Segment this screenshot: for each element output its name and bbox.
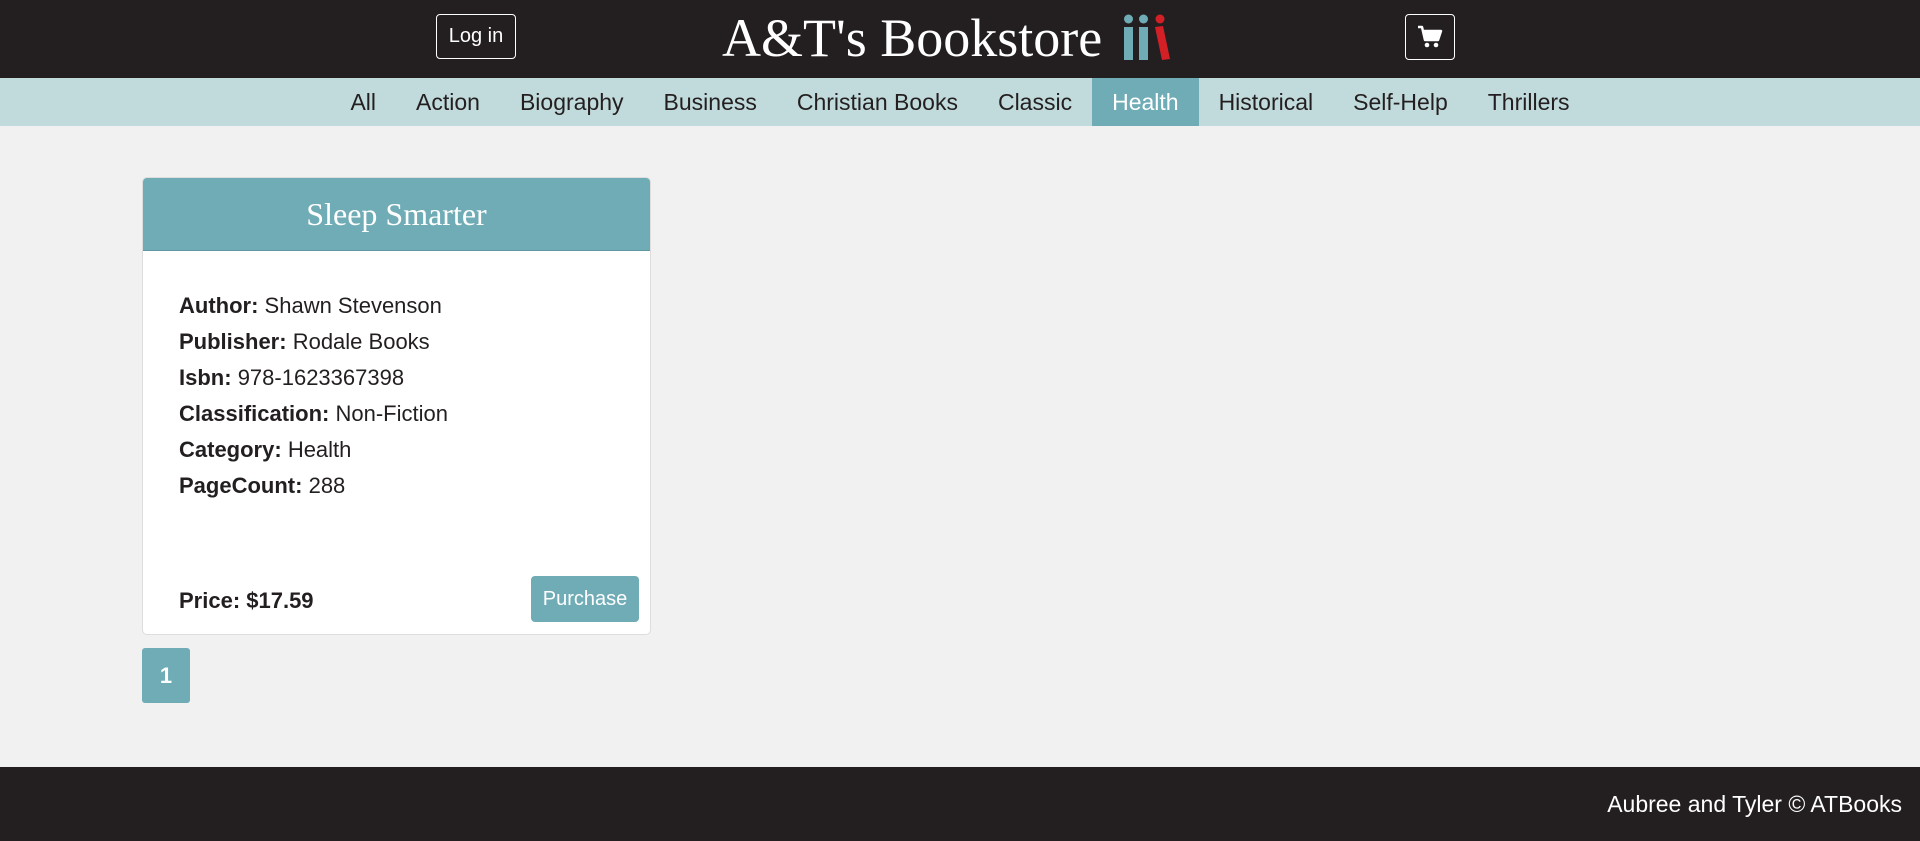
book-title: Sleep Smarter	[143, 178, 650, 251]
category-tab-business[interactable]: Business	[644, 78, 777, 126]
book-detail-row: Category: Health	[179, 432, 448, 468]
book-detail-label: PageCount:	[179, 473, 303, 498]
book-detail-value: 288	[308, 473, 346, 498]
pagination-page-1[interactable]: 1	[142, 648, 190, 703]
footer: Aubree and Tyler © ATBooks	[0, 767, 1920, 841]
book-detail-row: Classification: Non-Fiction	[179, 396, 448, 432]
category-tab-classic[interactable]: Classic	[978, 78, 1092, 126]
book-detail-label: Category:	[179, 437, 282, 462]
book-detail-label: Author:	[179, 293, 259, 318]
store-title: A&T's Bookstore	[722, 8, 1103, 68]
shopping-cart-icon	[1418, 25, 1443, 48]
book-detail-row: Publisher: Rodale Books	[179, 324, 448, 360]
book-detail-row: PageCount: 288	[179, 468, 448, 504]
book-detail-value: Rodale Books	[292, 329, 430, 354]
category-tab-health[interactable]: Health	[1092, 78, 1199, 126]
book-detail-value: Non-Fiction	[335, 401, 448, 426]
purchase-button[interactable]: Purchase	[531, 576, 639, 622]
book-detail-value: 978-1623367398	[237, 365, 405, 390]
category-tab-all[interactable]: All	[330, 78, 396, 126]
books-logo-icon	[1124, 14, 1170, 60]
book-card: Sleep Smarter Author: Shawn Stevenson Pub…	[142, 177, 651, 635]
book-price: Price: $17.59	[179, 588, 314, 613]
book-detail-row: Isbn: 978-1623367398	[179, 360, 448, 396]
category-tab-christian-books[interactable]: Christian Books	[777, 78, 978, 126]
book-detail-value: Health	[287, 437, 352, 462]
login-button[interactable]: Log in	[436, 14, 516, 59]
category-tab-self-help[interactable]: Self-Help	[1333, 78, 1468, 126]
category-tab-biography[interactable]: Biography	[500, 78, 644, 126]
category-tab-action[interactable]: Action	[396, 78, 500, 126]
top-bar: Log in A&T's Bookstore	[0, 0, 1920, 78]
book-detail-label: Classification:	[179, 401, 330, 426]
category-nav: All Action Biography Business Christian Book…	[0, 78, 1920, 126]
footer-copyright: Aubree and Tyler © ATBooks	[1607, 791, 1902, 817]
cart-button[interactable]	[1405, 14, 1455, 60]
book-detail-label: Isbn:	[179, 365, 232, 390]
category-tab-historical[interactable]: Historical	[1199, 78, 1334, 126]
book-detail-row: Author: Shawn Stevenson	[179, 288, 448, 324]
book-details: Author: Shawn Stevenson Publisher: Rodale…	[179, 288, 448, 504]
category-tab-thrillers[interactable]: Thrillers	[1468, 78, 1590, 126]
book-detail-label: Publisher:	[179, 329, 287, 354]
book-detail-value: Shawn Stevenson	[264, 293, 442, 318]
